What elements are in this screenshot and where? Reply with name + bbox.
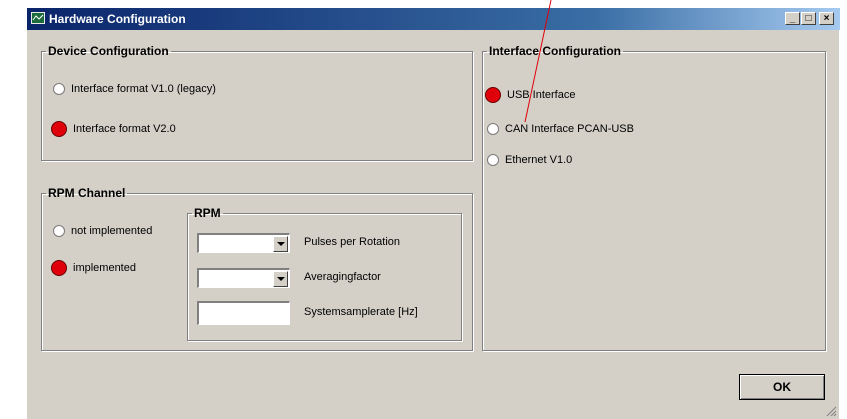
radio-label: not implemented <box>71 225 153 237</box>
radio-label: Ethernet V1.0 <box>505 154 573 166</box>
radio-interface-format-v2[interactable]: Interface format V2.0 <box>51 121 176 137</box>
window-title: Hardware Configuration <box>49 12 186 26</box>
radio-selected-icon <box>51 121 67 137</box>
interface-configuration-legend: Interface Configuration <box>489 44 622 58</box>
dropdown-arrow-icon[interactable] <box>273 271 288 287</box>
app-icon <box>31 12 45 24</box>
radio-unselected-icon <box>53 83 65 95</box>
radio-selected-icon <box>51 260 67 276</box>
radio-label: Interface format V1.0 (legacy) <box>71 83 216 95</box>
radio-usb-interface[interactable]: USB Interface <box>485 87 576 103</box>
maximize-button[interactable]: □ <box>801 12 816 25</box>
radio-label: CAN Interface PCAN-USB <box>505 123 634 135</box>
hardware-configuration-window: Hardware Configuration _ □ × Device Conf… <box>26 7 840 419</box>
radio-unselected-icon <box>487 154 499 166</box>
resize-grip-icon[interactable] <box>825 405 837 417</box>
title-bar[interactable]: Hardware Configuration _ □ × <box>27 8 840 30</box>
averaging-factor-dropdown[interactable] <box>197 268 290 288</box>
dropdown-arrow-icon[interactable] <box>273 236 288 252</box>
minimize-button[interactable]: _ <box>785 12 800 25</box>
system-samplerate-input[interactable] <box>197 301 290 325</box>
radio-selected-icon <box>485 87 501 103</box>
pulses-per-rotation-label: Pulses per Rotation <box>304 236 400 248</box>
pulses-per-rotation-dropdown[interactable] <box>197 233 290 253</box>
rpm-channel-legend: RPM Channel <box>48 186 126 200</box>
radio-can-interface[interactable]: CAN Interface PCAN-USB <box>487 123 634 135</box>
system-samplerate-label: Systemsamplerate [Hz] <box>304 306 418 318</box>
device-configuration-legend: Device Configuration <box>48 44 169 58</box>
device-configuration-group: Device Configuration <box>41 44 473 161</box>
close-button[interactable]: × <box>819 12 834 25</box>
radio-label: implemented <box>73 262 136 274</box>
ok-button[interactable]: OK <box>739 374 825 400</box>
radio-implemented[interactable]: implemented <box>51 260 136 276</box>
radio-not-implemented[interactable]: not implemented <box>53 225 152 237</box>
radio-label: Interface format V2.0 <box>73 123 176 135</box>
radio-ethernet[interactable]: Ethernet V1.0 <box>487 154 572 166</box>
radio-unselected-icon <box>487 123 499 135</box>
radio-label: USB Interface <box>507 89 576 101</box>
radio-unselected-icon <box>53 225 65 237</box>
averaging-factor-label: Averagingfactor <box>304 271 381 283</box>
rpm-legend: RPM <box>194 206 221 220</box>
radio-interface-format-v1[interactable]: Interface format V1.0 (legacy) <box>53 83 216 95</box>
